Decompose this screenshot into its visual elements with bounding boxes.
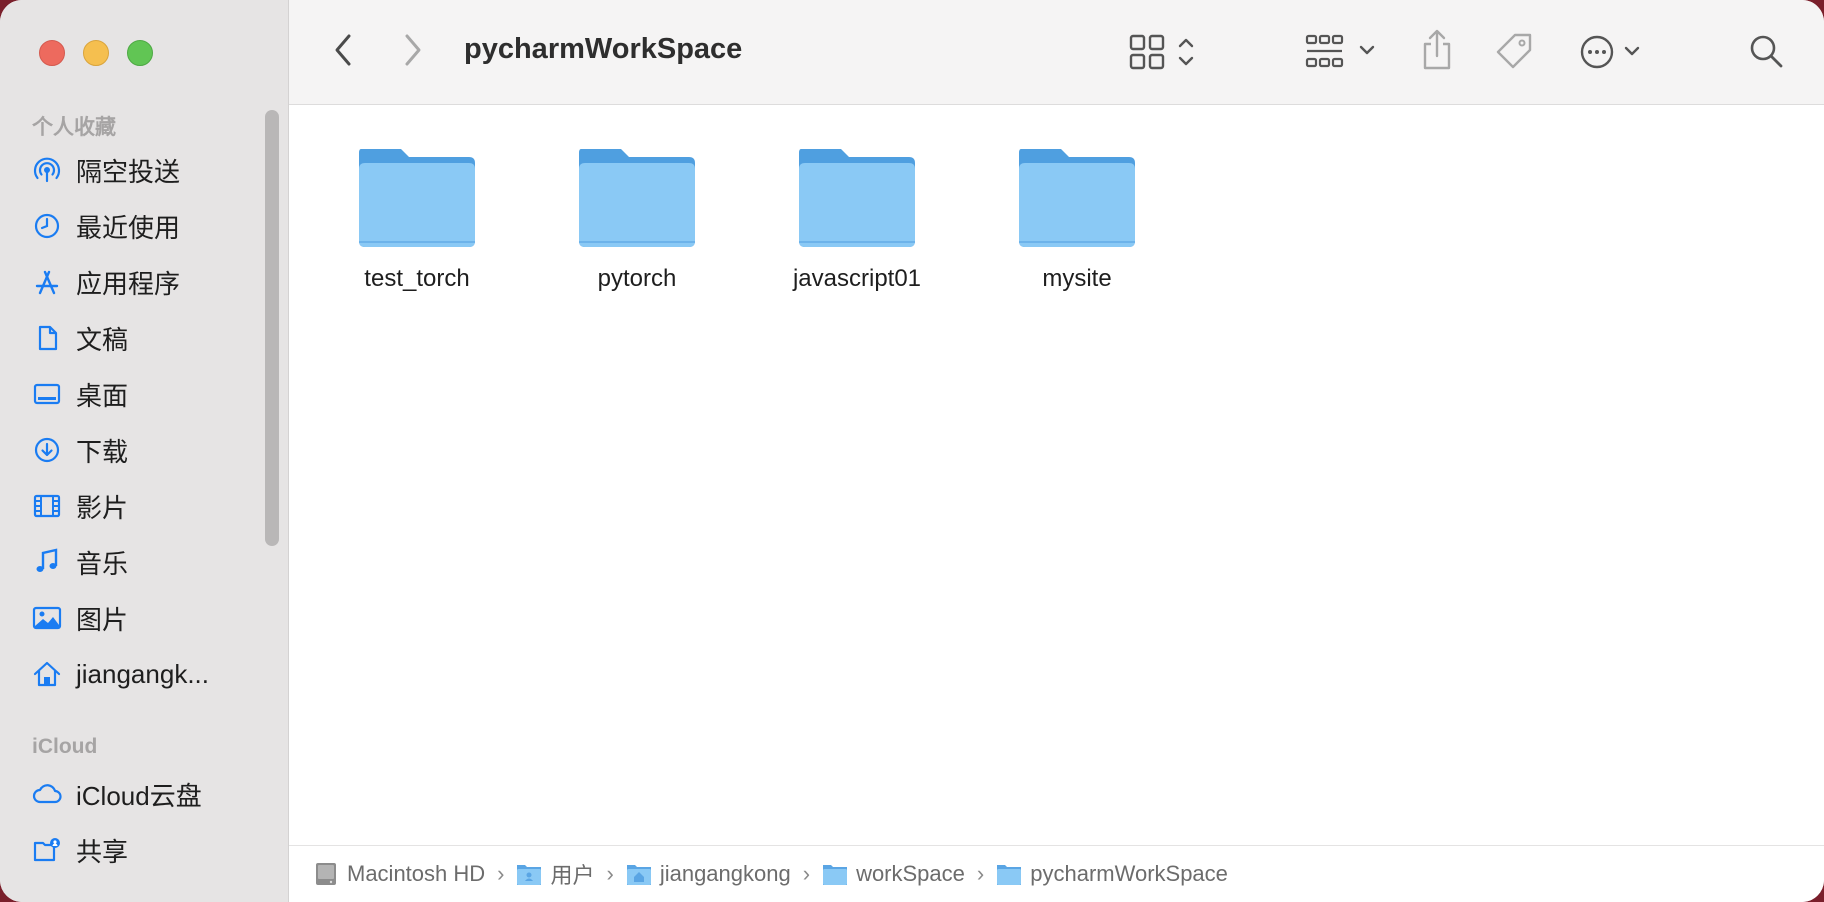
sidebar-item-music[interactable]: 音乐	[32, 542, 252, 582]
folder-icon	[1019, 149, 1135, 247]
sidebar-item-icloud-drive[interactable]: iCloud云盘	[32, 774, 252, 814]
window-title: pycharmWorkSpace	[464, 33, 743, 65]
search-icon	[1750, 35, 1783, 68]
users-folder-icon	[517, 865, 542, 885]
sidebar-item-shared[interactable]: 共享	[32, 830, 252, 870]
path-item-workspace[interactable]: workSpace	[822, 861, 965, 887]
path-item-label: workSpace	[856, 861, 965, 886]
sidebar-item-label: jiangangk...	[76, 658, 209, 689]
forward-button[interactable]	[395, 30, 431, 70]
airdrop-icon	[33, 157, 61, 183]
tag-icon	[1496, 33, 1532, 69]
toolbar: pycharmWorkSpace	[289, 0, 1824, 105]
path-item-pycharmworkspace[interactable]: pycharmWorkSpace	[996, 861, 1228, 887]
folder-item[interactable]: mysite	[997, 145, 1157, 293]
close-button[interactable]	[39, 40, 65, 66]
cloud-icon	[32, 784, 62, 804]
tag-button[interactable]	[1493, 30, 1535, 72]
sidebar-item-desktop[interactable]: 桌面	[32, 374, 252, 414]
path-item-label: jiangangkong	[659, 861, 791, 886]
back-button[interactable]	[325, 30, 361, 70]
clock-icon	[34, 213, 60, 239]
folder-name: mysite	[1042, 265, 1112, 292]
sidebar-item-label: 共享	[76, 836, 129, 867]
path-item-label: Macintosh HD	[347, 861, 486, 886]
folder-icon	[997, 865, 1022, 885]
share-button[interactable]	[1417, 26, 1457, 74]
path-separator-icon: ›	[606, 861, 614, 886]
sidebar-item-airdrop[interactable]: 隔空投送	[32, 150, 252, 190]
sidebar-item-home[interactable]: jiangangk...	[32, 654, 252, 694]
icloud-section-title: iCloud	[32, 735, 98, 758]
file-grid: test_torch pytorch javascript01 mysite	[289, 105, 1824, 846]
folder-name: pytorch	[597, 265, 677, 292]
folder-item[interactable]: javascript01	[777, 145, 937, 293]
photo-icon	[32, 606, 62, 630]
sidebar-item-label: 最近使用	[76, 212, 181, 243]
folder-icon	[823, 865, 848, 885]
path-item-macintosh-hd[interactable]: Macintosh HD	[313, 861, 485, 887]
more-actions-button[interactable]	[1579, 30, 1653, 74]
minimize-button[interactable]	[83, 40, 109, 66]
sidebar-item-label: 文稿	[76, 324, 129, 355]
desktop-icon	[33, 383, 61, 405]
shared-folder-icon	[33, 838, 60, 862]
applications-icon	[35, 270, 59, 295]
window-controls	[39, 40, 153, 66]
sidebar-item-label: 桌面	[76, 380, 129, 411]
film-icon	[33, 494, 61, 518]
home-folder-icon	[626, 865, 651, 885]
sidebar-item-label: 应用程序	[76, 268, 181, 299]
sidebar-item-label: 影片	[76, 492, 129, 523]
folder-icon	[799, 149, 915, 247]
path-item-label: pycharmWorkSpace	[1030, 861, 1228, 886]
sidebar-item-applications[interactable]: 应用程序	[32, 262, 252, 302]
sidebar-item-label: 隔空投送	[76, 156, 181, 187]
hard-drive-icon	[316, 863, 336, 885]
sidebar-item-documents[interactable]: 文稿	[32, 318, 252, 358]
sidebar-item-pictures[interactable]: 图片	[32, 598, 252, 638]
folder-item[interactable]: test_torch	[337, 145, 497, 293]
group-button[interactable]	[1305, 30, 1389, 74]
ellipsis-circle-icon	[1580, 35, 1640, 69]
sidebar-item-label: iCloud云盘	[76, 780, 202, 811]
music-icon	[36, 548, 58, 572]
chevron-left-icon	[335, 34, 351, 66]
path-item-label: 用户	[550, 863, 595, 888]
sidebar-scrollbar[interactable]	[265, 110, 279, 546]
folder-name: test_torch	[364, 265, 470, 292]
finder-window: 个人收藏 隔空投送 最近使用 应用程序 文稿 桌面 下载 影片 音乐 图片 ji…	[0, 0, 1824, 902]
path-item-users[interactable]: 用户	[516, 858, 595, 890]
sidebar-item-label: 图片	[76, 604, 129, 635]
share-icon	[1423, 29, 1451, 70]
search-button[interactable]	[1745, 30, 1787, 72]
favorites-section-title: 个人收藏	[32, 116, 116, 139]
download-icon	[34, 437, 60, 463]
sidebar-item-recents[interactable]: 最近使用	[32, 206, 252, 246]
document-icon	[38, 325, 58, 351]
icon-view-icon	[1129, 34, 1194, 70]
folder-icon	[579, 149, 695, 247]
sidebar-item-label: 音乐	[76, 548, 129, 579]
path-separator-icon: ›	[497, 861, 505, 886]
folder-item[interactable]: pytorch	[557, 145, 717, 293]
home-icon	[33, 661, 61, 687]
sidebar-item-downloads[interactable]: 下载	[32, 430, 252, 470]
path-separator-icon: ›	[976, 861, 985, 886]
sidebar-item-label: 下载	[76, 436, 129, 467]
sidebar-item-movies[interactable]: 影片	[32, 486, 252, 526]
folder-icon	[359, 149, 475, 247]
zoom-button[interactable]	[127, 40, 153, 66]
path-item-home[interactable]: jiangangkong	[626, 861, 791, 887]
sidebar: 个人收藏 隔空投送 最近使用 应用程序 文稿 桌面 下载 影片 音乐 图片 ji…	[0, 0, 289, 902]
folder-name: javascript01	[792, 265, 922, 292]
chevron-right-icon	[405, 34, 421, 66]
path-bar: Macintosh HD › 用户 › jiangangkong › workS…	[289, 845, 1824, 902]
view-mode-button[interactable]	[1129, 30, 1209, 74]
path-separator-icon: ›	[802, 861, 811, 886]
group-grid-icon	[1305, 34, 1375, 68]
